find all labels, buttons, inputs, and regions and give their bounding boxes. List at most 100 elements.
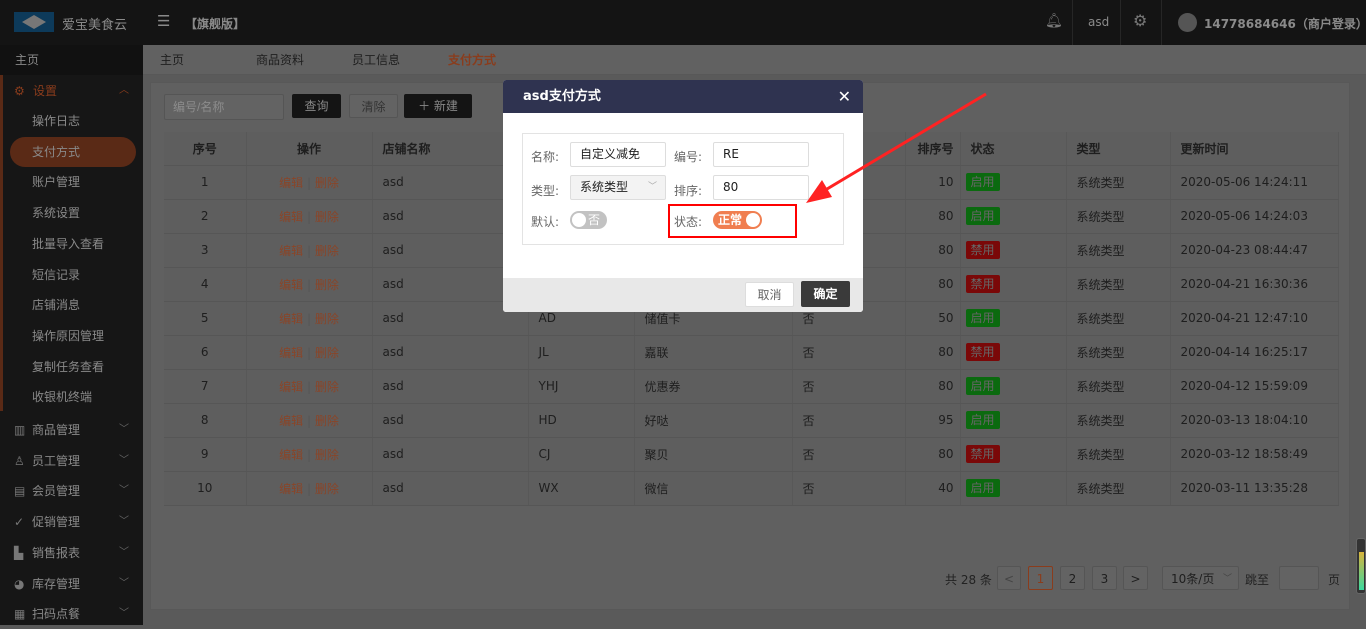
sidebar-group[interactable]: ▥ 商品管理 ﹀ bbox=[0, 415, 143, 445]
brand-name: 爱宝美食云 bbox=[62, 18, 128, 33]
table-row: 10 编辑 | 删除 asd WX 微信 否 40 启用 系统类型 2020-0… bbox=[164, 471, 1339, 506]
col-status: 状态 bbox=[960, 132, 1067, 166]
default-label: 默认: bbox=[531, 215, 560, 229]
brand-logo bbox=[14, 12, 54, 32]
delete-link[interactable]: 删除 bbox=[315, 210, 339, 224]
code-input[interactable]: RE bbox=[713, 142, 809, 167]
page-size-select[interactable]: 10条/页 ﹀ bbox=[1162, 566, 1239, 590]
default-toggle[interactable]: 否 bbox=[570, 211, 607, 229]
clear-button[interactable]: 清除 bbox=[349, 94, 398, 118]
status-badge: 禁用 bbox=[965, 343, 1000, 361]
search-input[interactable] bbox=[164, 94, 284, 120]
edit-link[interactable]: 编辑 bbox=[279, 380, 303, 394]
page-1-button[interactable]: 1 bbox=[1028, 566, 1053, 590]
account-label[interactable]: 14778684646（商户登录） bbox=[1204, 15, 1366, 32]
cancel-button[interactable]: 取消 bbox=[745, 282, 794, 307]
sidebar-item[interactable]: 收银机终端 bbox=[0, 382, 143, 412]
col-sort: 排序号 bbox=[905, 132, 961, 166]
gear-icon[interactable]: ⚙ bbox=[1133, 11, 1147, 30]
delete-link[interactable]: 删除 bbox=[315, 278, 339, 292]
delete-link[interactable]: 删除 bbox=[315, 346, 339, 360]
cell-sort: 95 bbox=[905, 403, 961, 438]
close-icon[interactable]: ✕ bbox=[838, 80, 851, 113]
delete-link[interactable]: 删除 bbox=[315, 482, 339, 496]
query-button[interactable]: 查询 bbox=[292, 94, 341, 118]
sidebar-group[interactable]: ◕ 库存管理 ﹀ bbox=[0, 569, 143, 599]
sidebar-group-settings[interactable]: ⚙ 设置 ︿ bbox=[0, 76, 143, 106]
sidebar-item[interactable]: 系统设置 bbox=[0, 198, 143, 228]
edit-link[interactable]: 编辑 bbox=[279, 312, 303, 326]
sidebar-group-label: 员工管理 bbox=[32, 453, 81, 468]
cell-sort: 40 bbox=[905, 471, 961, 506]
delete-link[interactable]: 删除 bbox=[315, 448, 339, 462]
tab-products[interactable]: 商品资料 bbox=[256, 45, 304, 75]
sidebar-item-home[interactable]: 主页 bbox=[0, 45, 143, 75]
sidebar-item[interactable]: 复制任务查看 bbox=[0, 352, 143, 382]
cell-store: asd bbox=[372, 369, 529, 404]
sidebar-group[interactable]: ✓ 促销管理 ﹀ bbox=[0, 507, 143, 537]
sidebar-item[interactable]: 店铺消息 bbox=[0, 290, 143, 320]
sort-input[interactable]: 80 bbox=[713, 175, 809, 200]
sidebar-item[interactable]: 操作日志 bbox=[0, 106, 143, 136]
delete-link[interactable]: 删除 bbox=[315, 312, 339, 326]
cell-updated: 2020-04-21 16:30:36 bbox=[1170, 267, 1339, 302]
sidebar-item[interactable]: 支付方式 bbox=[10, 136, 136, 167]
sidebar-item-label: 短信记录 bbox=[32, 267, 81, 282]
cell-default: 否 bbox=[792, 335, 906, 370]
group-icon: ✓ bbox=[14, 515, 25, 530]
type-select[interactable]: 系统类型 ﹀ bbox=[570, 175, 666, 200]
sidebar-group[interactable]: ▙ 销售报表 ﹀ bbox=[0, 538, 143, 568]
chevron-down-icon: ﹀ bbox=[119, 454, 129, 466]
table-row: 8 编辑 | 删除 asd HD 好哒 否 95 启用 系统类型 2020-03… bbox=[164, 403, 1339, 438]
cell-sort: 10 bbox=[905, 165, 961, 200]
status-label: 状态: bbox=[674, 215, 703, 229]
sidebar-group[interactable]: ♙ 员工管理 ﹀ bbox=[0, 446, 143, 476]
sidebar-item[interactable]: 短信记录 bbox=[0, 260, 143, 290]
sidebar-item-label: 账户管理 bbox=[32, 175, 81, 190]
edit-link[interactable]: 编辑 bbox=[279, 244, 303, 258]
cell-code: CJ bbox=[528, 437, 635, 472]
cell-name: 嘉联 bbox=[634, 335, 793, 370]
next-page-button[interactable]: > bbox=[1123, 566, 1148, 590]
tab-payment[interactable]: 支付方式 bbox=[448, 45, 496, 75]
new-button[interactable]: ＋ 新建 bbox=[404, 94, 472, 118]
edit-link[interactable]: 编辑 bbox=[279, 176, 303, 190]
sidebar-group[interactable]: ▤ 会员管理 ﹀ bbox=[0, 476, 143, 506]
avatar[interactable] bbox=[1178, 13, 1197, 32]
delete-link[interactable]: 删除 bbox=[315, 414, 339, 428]
cell-status: 禁用 bbox=[960, 437, 1067, 472]
cell-type: 系统类型 bbox=[1066, 403, 1171, 438]
cell-no: 8 bbox=[164, 403, 247, 438]
tab-staff[interactable]: 员工信息 bbox=[352, 45, 400, 75]
menu-toggle-icon[interactable]: ☰ bbox=[157, 12, 170, 30]
name-input[interactable]: 自定义减免 bbox=[570, 142, 666, 167]
tab-home[interactable]: 主页 bbox=[160, 45, 184, 75]
cell-actions: 编辑 | 删除 bbox=[246, 233, 373, 268]
cell-updated: 2020-04-12 15:59:09 bbox=[1170, 369, 1339, 404]
sidebar-item[interactable]: 操作原因管理 bbox=[0, 321, 143, 351]
delete-link[interactable]: 删除 bbox=[315, 380, 339, 394]
edit-link[interactable]: 编辑 bbox=[279, 414, 303, 428]
edit-link[interactable]: 编辑 bbox=[279, 210, 303, 224]
edit-link[interactable]: 编辑 bbox=[279, 278, 303, 292]
edit-link[interactable]: 编辑 bbox=[279, 448, 303, 462]
page-3-button[interactable]: 3 bbox=[1092, 566, 1117, 590]
delete-link[interactable]: 删除 bbox=[315, 244, 339, 258]
new-label: 新建 bbox=[433, 99, 458, 113]
sidebar-group-label: 会员管理 bbox=[32, 484, 81, 499]
delete-link[interactable]: 删除 bbox=[315, 176, 339, 190]
goto-page-input[interactable] bbox=[1279, 566, 1319, 590]
edit-link[interactable]: 编辑 bbox=[279, 346, 303, 360]
prev-page-button[interactable]: < bbox=[997, 566, 1021, 590]
status-toggle[interactable]: 正常 bbox=[713, 211, 762, 229]
edit-link[interactable]: 编辑 bbox=[279, 482, 303, 496]
sidebar-item[interactable]: 账户管理 bbox=[0, 167, 143, 197]
sidebar-item[interactable]: 批量导入查看 bbox=[0, 229, 143, 259]
bell-icon[interactable]: 🔔︎ bbox=[1045, 13, 1063, 29]
chevron-down-icon: ﹀ bbox=[647, 182, 657, 192]
toggle-knob bbox=[572, 213, 586, 227]
confirm-button[interactable]: 确定 bbox=[801, 281, 850, 307]
page-2-button[interactable]: 2 bbox=[1060, 566, 1085, 590]
chevron-down-icon: ﹀ bbox=[119, 485, 129, 497]
store-switch[interactable]: asd bbox=[1088, 15, 1109, 29]
